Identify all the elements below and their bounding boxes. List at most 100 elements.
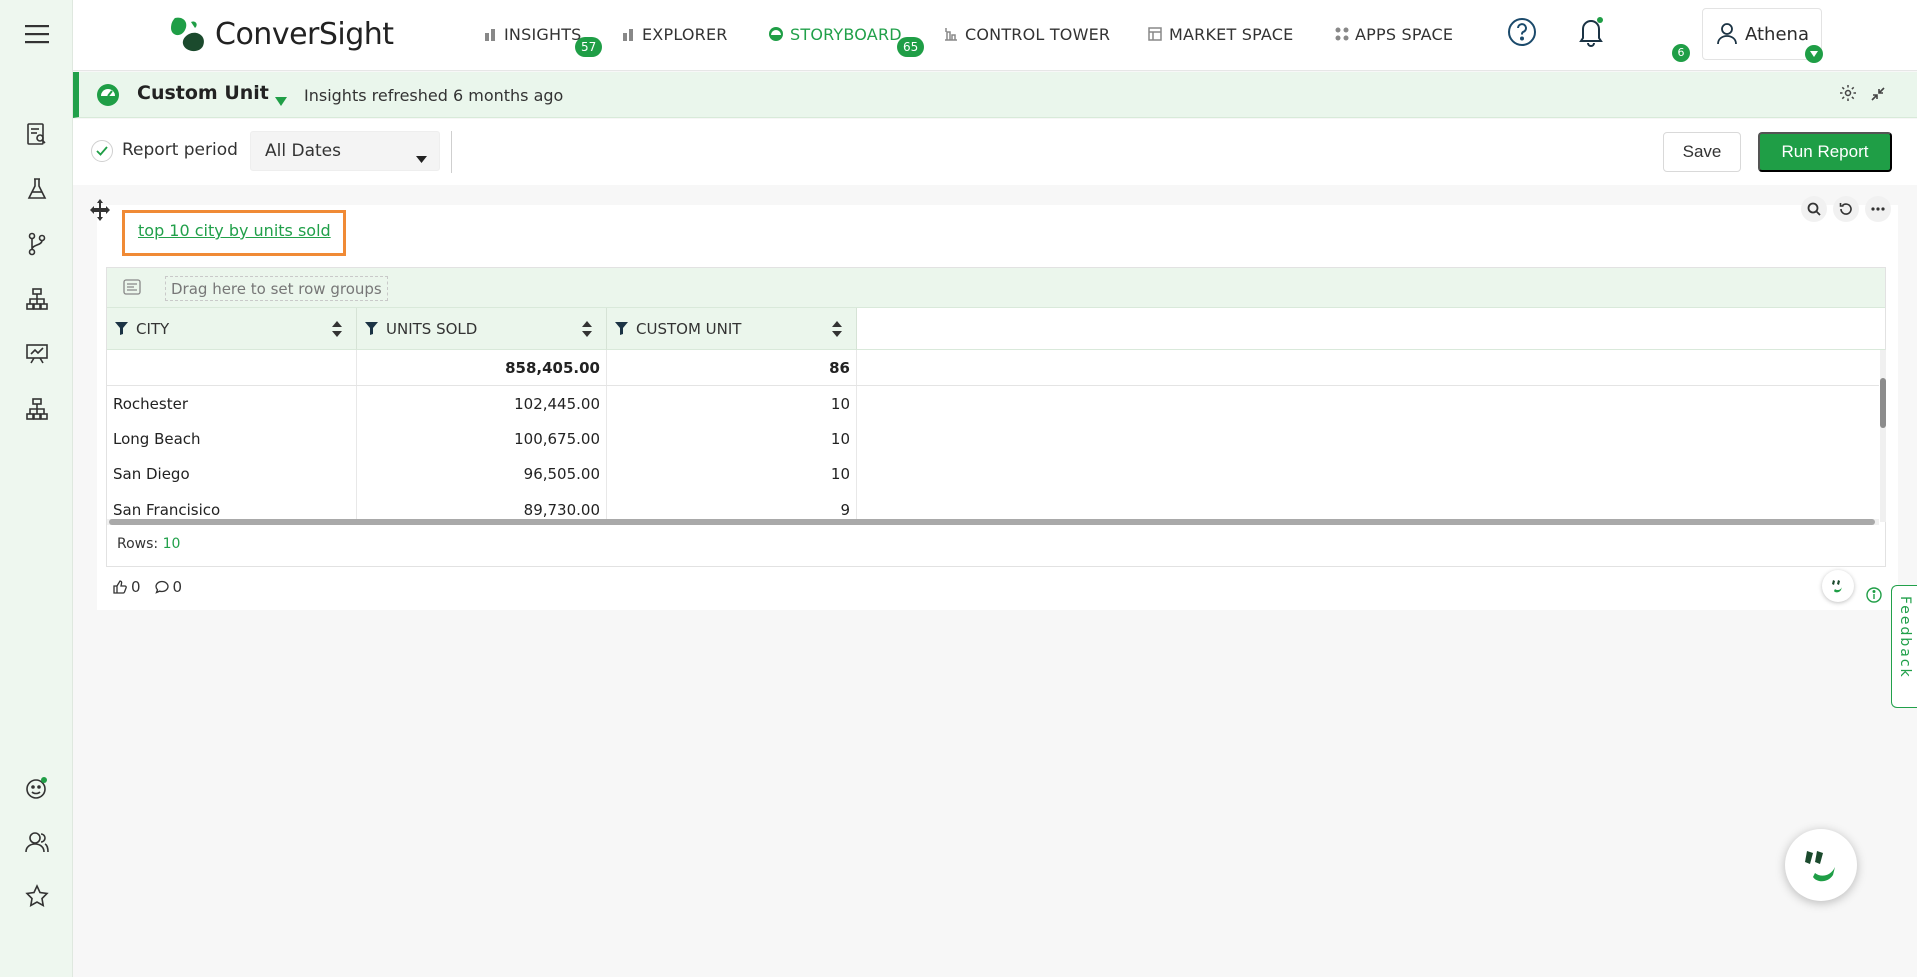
likes-count: 0 [131,578,141,596]
column-header-custom-unit[interactable]: CUSTOM UNIT [607,308,857,350]
cell-custom-unit: 9 [607,491,857,519]
nav-explorer[interactable]: EXPLORER [622,0,728,68]
comment-icon[interactable] [154,580,169,594]
collapse-icon[interactable] [1871,86,1885,105]
run-report-button[interactable]: Run Report [1758,132,1892,172]
sort-icon[interactable] [332,321,342,341]
presentation-chart-icon[interactable] [22,339,52,369]
cell-city: San Diego [107,456,357,491]
feedback-tab[interactable]: Feedback [1891,585,1917,708]
insights-report-icon[interactable] [22,119,52,149]
unit-dropdown-chevron-icon[interactable] [275,91,287,110]
save-button[interactable]: Save [1663,132,1741,172]
nav-market-space[interactable]: MARKET SPACE [1147,0,1293,68]
report-period-checkbox[interactable] [91,140,113,162]
search-icon[interactable] [1801,196,1827,222]
nav-storyboard[interactable]: STORYBOARD [768,0,902,68]
sort-icon[interactable] [582,321,592,341]
horizontal-scrollbar-thumb[interactable] [109,519,1875,525]
storyboard-count-badge: 65 [897,37,925,57]
nav-control-tower[interactable]: CONTROL TOWER [943,0,1110,68]
help-icon[interactable] [1507,17,1541,51]
rows-count-label: Rows: [117,536,159,552]
nav-control-tower-label: CONTROL TOWER [965,24,1111,44]
nav-insights[interactable]: INSIGHTS [484,0,582,68]
row-group-icon [123,279,141,299]
header-filler [857,308,1885,350]
market-space-icon [1147,26,1163,42]
bar-chart-icon [622,27,636,41]
notification-count-badge: 6 [1672,44,1690,62]
widget-title-link[interactable]: top 10 city by units sold [138,221,331,240]
cell-units-sold: 96,505.00 [357,456,607,491]
vertical-scrollbar[interactable] [1880,350,1886,522]
user-dropdown-chevron-icon[interactable] [1805,45,1823,63]
conversight-logo-icon [171,17,204,52]
chevron-down-icon [416,148,427,168]
hamburger-menu-icon[interactable] [22,19,52,49]
user-menu[interactable]: Athena [1702,8,1823,63]
totals-cell-city [107,350,357,385]
flask-icon[interactable] [22,174,52,204]
app: ConverSight INSIGHTS 57 EXPLORER STORYBO… [0,0,1917,977]
org-chart-icon[interactable] [22,394,52,424]
insights-count-badge: 57 [575,37,603,57]
data-grid: Drag here to set row groups CITY UNITS S… [106,267,1886,567]
star-icon[interactable] [22,881,52,911]
column-header-units-sold-label: UNITS SOLD [386,319,478,338]
gear-icon[interactable] [1839,84,1857,106]
bar-chart-icon [484,27,498,41]
dates-select[interactable]: All Dates [250,131,440,171]
cell-units-sold: 100,675.00 [357,421,607,456]
row-group-drop-zone[interactable]: Drag here to set row groups [165,276,388,301]
reactions-bar: 0 0 [113,578,182,596]
column-header-units-sold[interactable]: UNITS SOLD [357,308,607,350]
hierarchy-icon[interactable] [22,284,52,314]
comments-count: 0 [172,578,183,596]
branch-icon[interactable] [22,229,52,259]
refresh-icon[interactable] [1833,196,1859,222]
totals-cell-custom-unit: 86 [607,350,857,385]
filter-icon[interactable] [115,322,128,335]
control-tower-icon [943,26,959,42]
nav-storyboard-label: STORYBOARD [790,24,902,44]
insights-refreshed-text: Insights refreshed 6 months ago [304,86,564,105]
report-period-label: Report period [122,140,238,160]
column-header-city-label: CITY [136,319,170,338]
filter-icon[interactable] [365,322,378,335]
assistant-chat-button[interactable] [1785,829,1857,901]
nav-market-space-label: MARKET SPACE [1169,24,1294,44]
brand-name: ConverSight [215,16,394,52]
nav-explorer-label: EXPLORER [642,24,728,44]
cell-custom-unit: 10 [607,456,857,491]
filter-icon[interactable] [615,322,628,335]
notification-bell-icon[interactable] [1576,16,1610,52]
unit-title: Custom Unit [137,82,269,104]
column-header-city[interactable]: CITY [107,308,357,350]
more-options-icon[interactable] [1865,196,1891,222]
assistant-mini-icon[interactable] [1822,570,1854,602]
nav-apps-space-label: APPS SPACE [1355,24,1454,44]
sort-icon[interactable] [832,321,842,341]
user-icon [1717,23,1737,45]
assistant-face-icon[interactable] [22,773,52,803]
users-icon[interactable] [22,827,52,857]
drag-move-icon[interactable] [88,198,112,226]
horizontal-scrollbar[interactable] [107,519,1879,525]
storyboard-gauge-icon [96,83,120,111]
totals-cell-units-sold: 858,405.00 [357,350,607,385]
info-icon[interactable] [1866,587,1882,607]
rows-count: Rows: 10 [117,536,180,552]
filter-bar: Report period All Dates Save Run Report [73,119,1917,185]
row-group-bar: Drag here to set row groups [107,268,1885,308]
checkmark-icon [96,146,108,156]
unit-header-bar: Custom Unit Insights refreshed 6 months … [73,72,1917,118]
divider [451,131,452,173]
brand-logo[interactable]: ConverSight [167,12,394,56]
column-header-custom-unit-label: CUSTOM UNIT [636,319,742,338]
assistant-face-icon [1805,851,1835,882]
thumbs-up-icon[interactable] [113,580,127,594]
cell-units-sold: 102,445.00 [357,386,607,421]
nav-apps-space[interactable]: APPS SPACE [1335,0,1453,68]
vertical-scrollbar-thumb[interactable] [1880,378,1886,428]
